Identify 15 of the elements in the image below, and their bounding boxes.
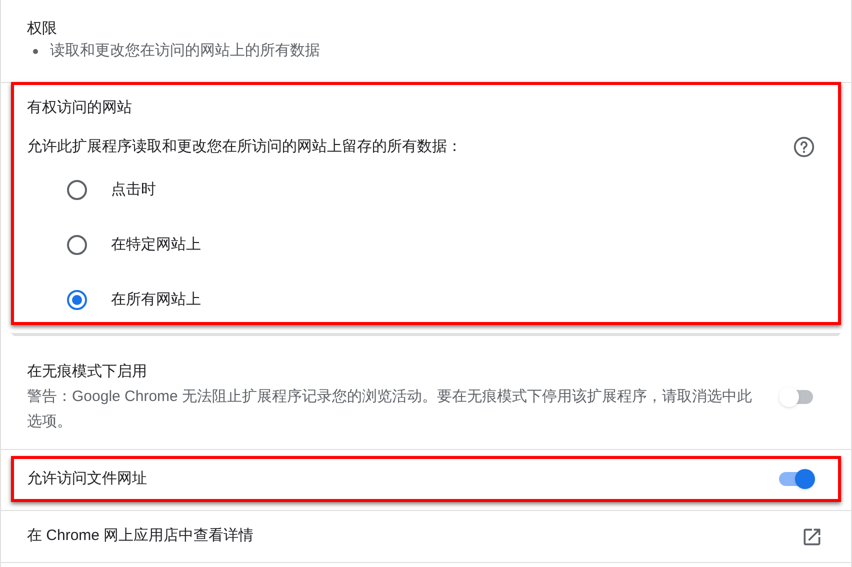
toggle-switch[interactable] [779, 387, 815, 407]
radio-option[interactable]: 在所有网站上 [27, 272, 825, 328]
description-text: 允许此扩展程序读取和更改您在所访问的网站上留存的所有数据： [27, 137, 462, 157]
radio-option[interactable]: 点击时 [27, 162, 825, 218]
section-title: 权限 [27, 19, 58, 39]
permission-text: 读取和更改您在访问的网站上的所有数据 [50, 41, 320, 61]
web-store-link[interactable]: 在 Chrome 网上应用店中查看详情 [27, 525, 254, 548]
warning-text: 警告：Google Chrome 无法阻止扩展程序记录您的浏览活动。要在无痕模式下停用该扩展程序，请取消选中此选项。 [27, 387, 754, 432]
radio-option[interactable]: 在特定网站上 [27, 218, 825, 272]
section-title: 有权访问的网站 [27, 98, 133, 118]
setting-label: 允许访问文件网址 [27, 468, 147, 489]
toggle-switch[interactable] [779, 469, 815, 489]
help-icon[interactable] [793, 136, 815, 158]
section-title: 在无痕模式下启用 [27, 362, 148, 382]
bullet-icon [33, 48, 38, 54]
